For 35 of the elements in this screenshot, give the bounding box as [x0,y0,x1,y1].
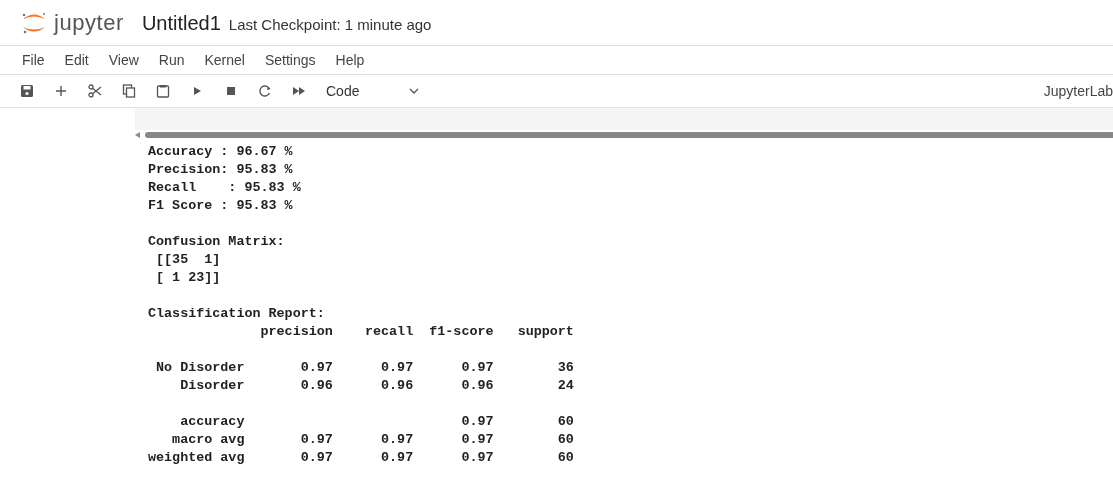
horizontal-scrollbar[interactable] [145,132,1113,138]
menu-item[interactable]: Run [158,49,185,71]
menu-item[interactable]: Help [335,49,365,71]
menu-item[interactable]: File [22,49,45,71]
output-line: Precision: 95.83 % [148,161,294,179]
output-line: Classification Report: [148,305,326,323]
output-line: precision recall f1-score support [259,323,575,341]
save-icon [19,83,35,99]
output-line: macro avg 0.97 0.97 0.97 60 [171,431,575,449]
output-line: Accuracy : 96.67 % [148,143,294,161]
menu-item[interactable]: Kernel [204,49,245,71]
cell-type-dropdown[interactable]: Code [320,80,426,102]
restart-icon [257,83,273,99]
output-line: accuracy 0.97 60 [179,413,575,431]
checkpoint-status: Last Checkpoint: 1 minute ago [228,14,432,35]
output-line: weighted avg 0.97 0.97 0.97 60 [148,449,575,467]
cut-icon [87,83,103,99]
output-line: [[35 1] [155,251,222,269]
chevron-down-icon [409,88,420,94]
output-line: Disorder 0.96 0.96 0.96 24 [179,377,575,395]
menu-item[interactable]: Edit [64,49,89,71]
add-icon [53,83,69,99]
output-line: Confusion Matrix: [148,233,286,251]
notebook-name[interactable]: Untitled1 [141,7,221,38]
output-line: [ 1 23]] [155,269,222,287]
output-line: Recall : 95.83 % [148,179,302,197]
jupyter-logo-text: jupyter [54,9,124,37]
menu-item[interactable]: View [108,49,139,71]
scroll-left-icon[interactable] [135,132,141,138]
menu-item[interactable]: Settings [264,49,316,71]
output-line: F1 Score : 95.83 % [148,197,294,215]
paste-icon [155,83,171,99]
copy-icon [121,83,137,99]
output-line: No Disorder 0.97 0.97 0.97 36 [155,359,575,377]
kernel-name[interactable]: JupyterLab [1043,80,1113,102]
